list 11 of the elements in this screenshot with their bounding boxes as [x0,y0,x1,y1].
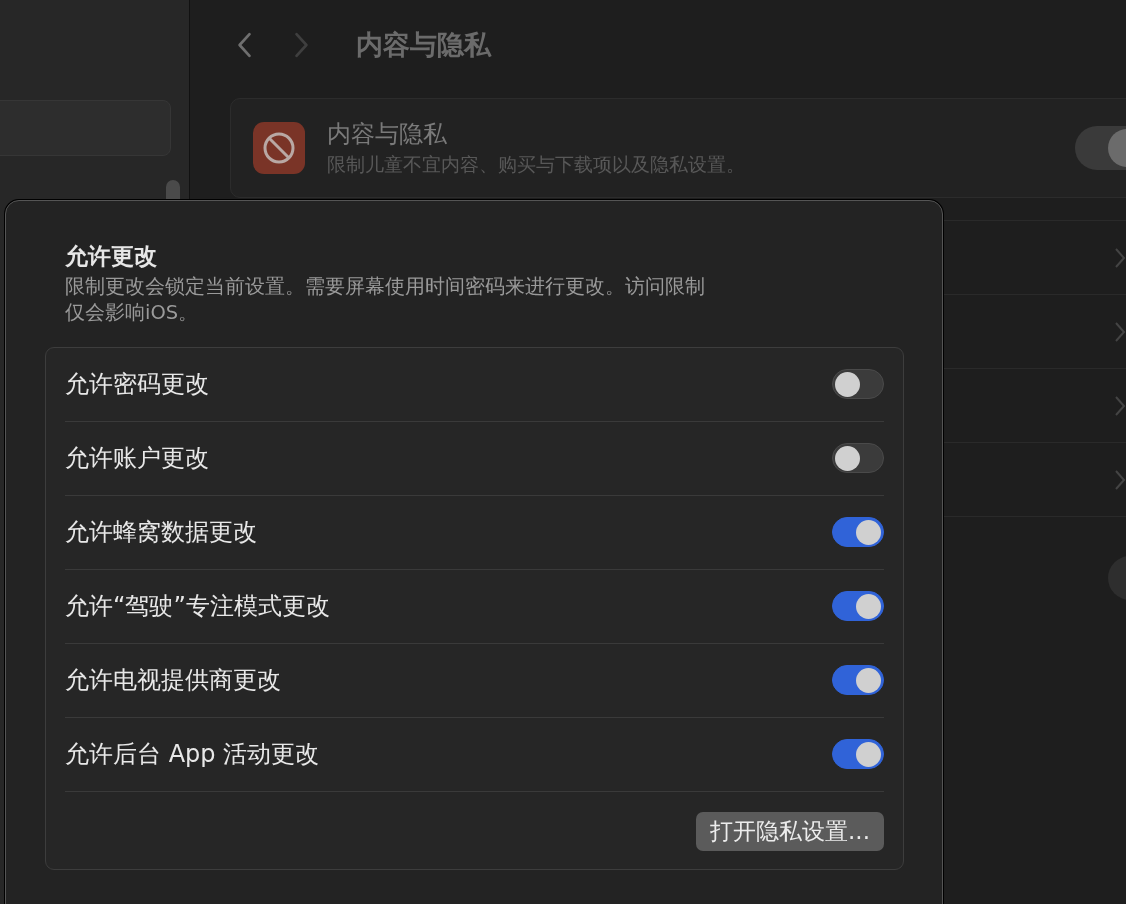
page-title: 内容与隐私 [356,28,491,62]
option-label: 允许密码更改 [65,369,209,401]
option-label: 允许“驾驶”专注模式更改 [65,591,330,623]
setting-title: 内容与隐私 [327,119,448,150]
dialog-description: 限制更改会锁定当前设置。需要屏幕使用时间密码来进行更改。访问限制仅会影响iOS。 [64,274,706,327]
open-privacy-settings-button[interactable]: 打开隐私设置... [696,811,884,851]
option-label: 允许账户更改 [65,443,209,475]
dialog-title: 允许更改 [64,242,158,271]
option-label: 允许蜂窝数据更改 [65,517,257,549]
option-label: 允许后台 App 活动更改 [65,739,320,771]
option-label: 允许电视提供商更改 [65,665,281,697]
